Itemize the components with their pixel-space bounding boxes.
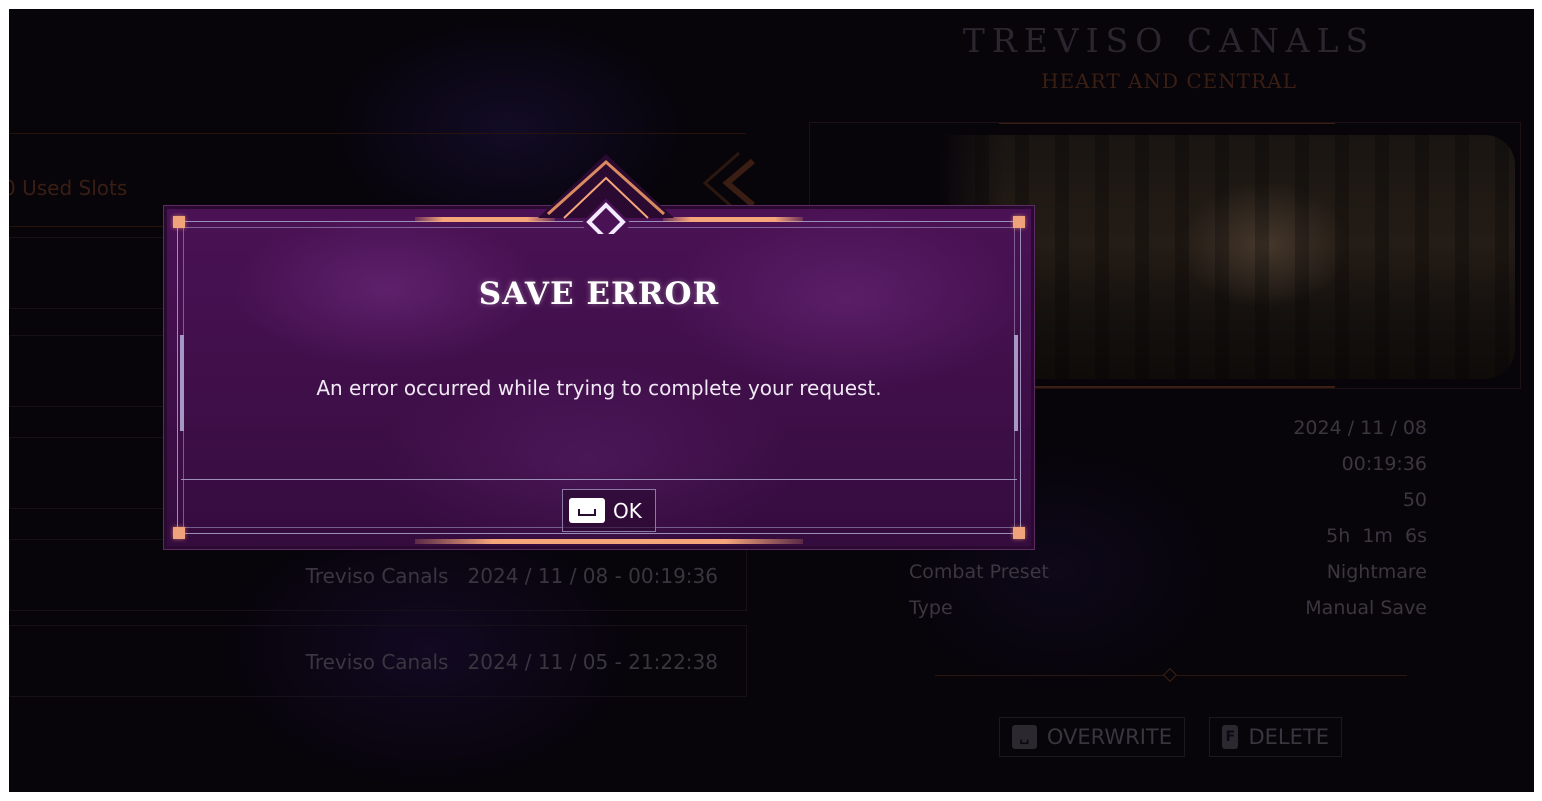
dialog-message: An error occurred while trying to comple… <box>316 376 882 400</box>
delete-label: DELETE <box>1248 725 1329 749</box>
space-key-icon: ␣ <box>1012 725 1037 749</box>
gold-trim-bottom <box>415 539 803 544</box>
info-combat-preset-label: Combat Preset <box>909 561 1049 583</box>
ok-label: OK <box>613 498 642 523</box>
dialog-title: SAVE ERROR <box>478 276 720 312</box>
corner-ornament-icon <box>1013 527 1025 539</box>
save-slot-info: Treviso Canals 2024 / 11 / 08 - 00:19:36 <box>305 564 718 588</box>
space-key-icon <box>569 498 605 523</box>
corner-ornament-icon <box>1013 216 1025 228</box>
used-slots-label: 0 Used Slots <box>9 176 128 200</box>
preview-divider <box>999 386 1335 388</box>
ok-button[interactable]: OK <box>562 489 656 532</box>
info-combat-preset-value: Nightmare <box>1326 561 1427 583</box>
corner-ornament-icon <box>173 216 185 228</box>
save-slot-row[interactable]: Treviso Canals 2024 / 11 / 08 - 00:19:36 <box>9 539 747 611</box>
delete-button[interactable]: F DELETE <box>1209 717 1342 757</box>
location-subtitle: HEART AND CENTRAL <box>1041 69 1297 93</box>
diamond-crest-icon <box>538 154 674 234</box>
info-playtime-value: 5h 1m 6s <box>1326 525 1427 547</box>
info-time-value: 00:19:36 <box>1341 453 1427 475</box>
gold-trim-top-right <box>663 217 803 222</box>
info-date-value: 2024 / 11 / 08 <box>1293 417 1427 439</box>
info-type-value: Manual Save <box>1305 597 1427 619</box>
overwrite-label: OVERWRITE <box>1046 725 1172 749</box>
overwrite-button[interactable]: ␣ OVERWRITE <box>999 717 1185 757</box>
f-key-icon: F <box>1222 725 1239 749</box>
info-type-label: Type <box>909 597 953 619</box>
dialog-separator <box>181 479 1017 480</box>
save-slot-info: Treviso Canals 2024 / 11 / 05 - 21:22:38 <box>305 650 718 674</box>
info-row-combat-preset: Combat Preset Nightmare <box>909 561 1427 591</box>
info-level-value: 50 <box>1402 489 1427 511</box>
save-slot-row[interactable]: Treviso Canals 2024 / 11 / 05 - 21:22:38 <box>9 625 747 697</box>
info-row-type: Type Manual Save <box>909 597 1427 627</box>
location-title: TREVISO CANALS <box>962 21 1376 60</box>
corner-ornament-icon <box>173 527 185 539</box>
details-divider <box>935 667 1407 683</box>
